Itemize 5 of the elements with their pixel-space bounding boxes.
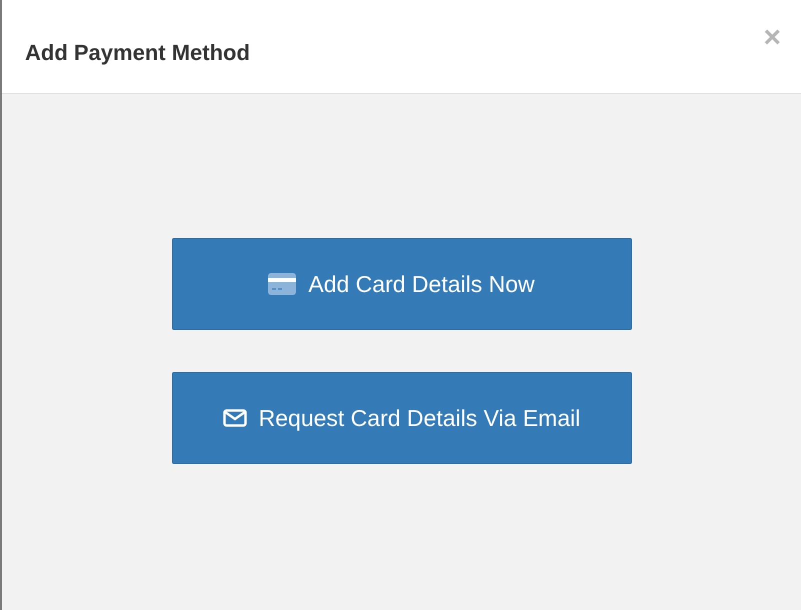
credit-card-icon xyxy=(268,273,296,295)
dialog-title: Add Payment Method xyxy=(25,40,250,66)
card-button[interactable]: Add Card Details Now xyxy=(172,238,632,330)
envelope-icon xyxy=(222,409,247,427)
email-button[interactable]: Request Card Details Via Email xyxy=(172,372,632,464)
